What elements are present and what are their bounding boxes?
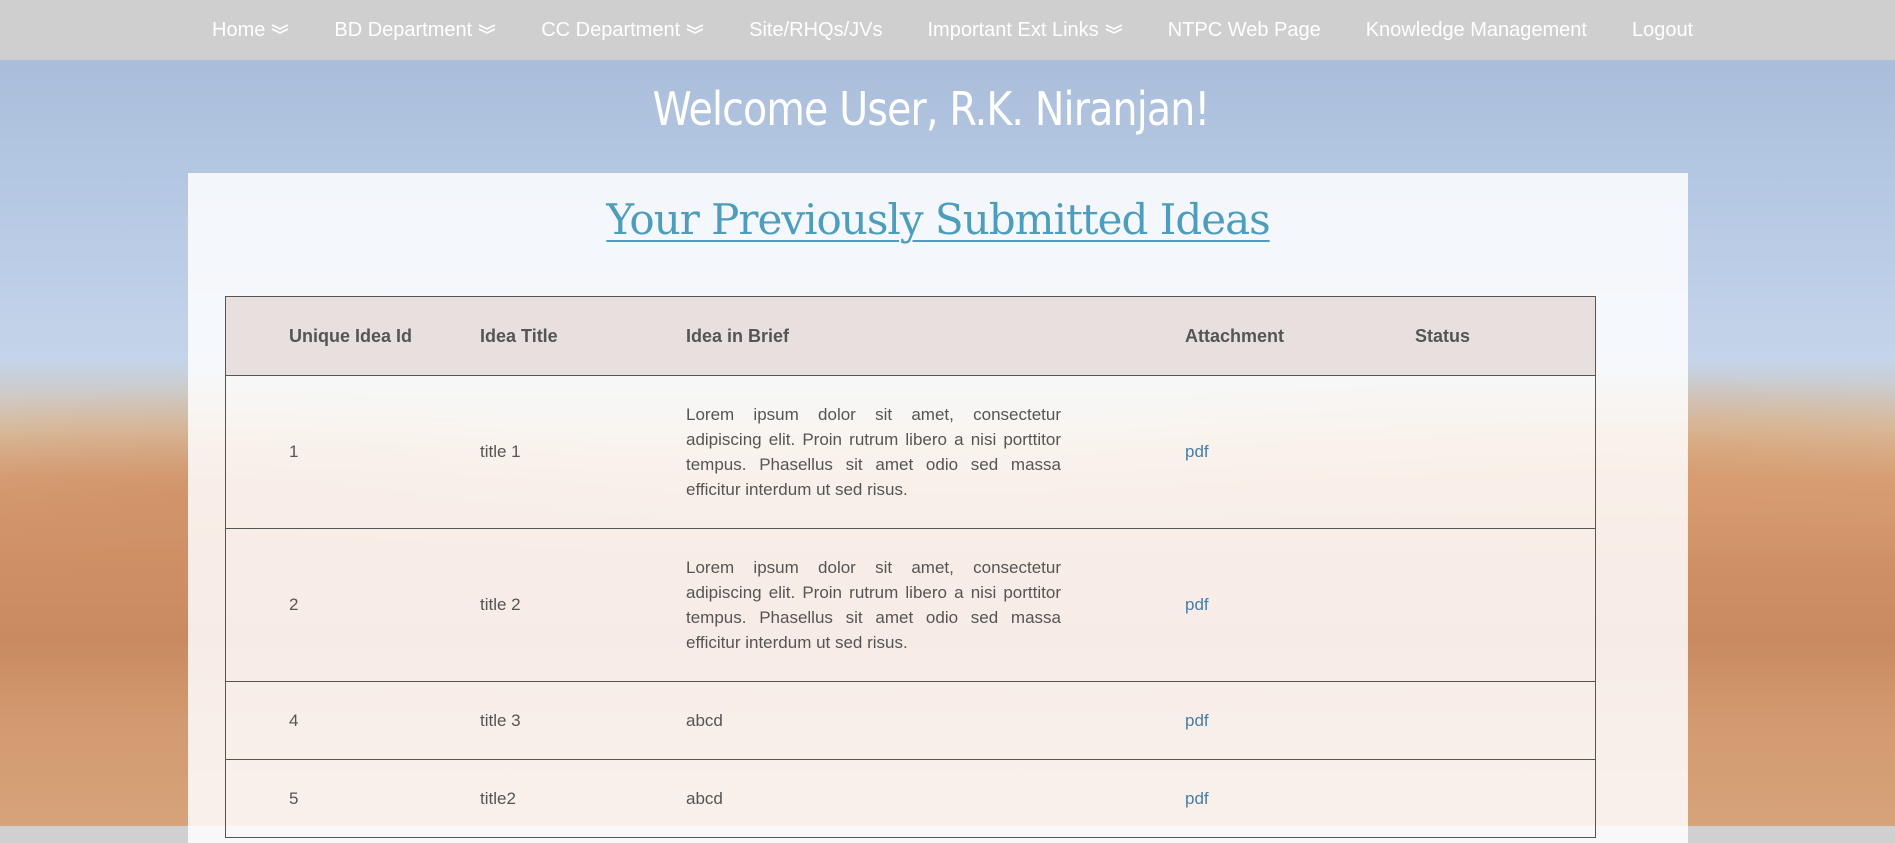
pdf-attachment-link[interactable]: pdf [1185, 711, 1209, 730]
nav-important-ext-links-label: Important Ext Links [927, 18, 1099, 41]
double-chevron-down-icon [478, 24, 496, 34]
nav-ntpc-web-page[interactable]: NTPC Web Page [1168, 19, 1321, 42]
header-idea-title: Idea Title [480, 296, 686, 376]
pdf-attachment-link[interactable]: pdf [1185, 442, 1209, 461]
ideas-panel: Your Previously Submitted Ideas Unique I… [188, 173, 1688, 843]
header-status: Status [1415, 296, 1596, 376]
pdf-attachment-link[interactable]: pdf [1185, 595, 1209, 614]
cell-idea-brief: Lorem ipsum dolor sit amet, consectetur … [686, 528, 1185, 682]
cell-attachment: pdf [1185, 681, 1415, 760]
header-idea-in-brief: Idea in Brief [686, 296, 1185, 376]
nav-cc-department-label: CC Department [541, 18, 681, 41]
ideas-table: Unique Idea Id Idea Title Idea in Brief … [225, 296, 1596, 838]
nav-site-rhqs-jvs-label: Site/RHQs/JVs [749, 18, 883, 41]
cell-attachment: pdf [1185, 759, 1415, 838]
cell-idea-title: title2 [480, 759, 686, 838]
nav-cc-department[interactable]: CC Department [541, 19, 704, 42]
welcome-heading: Welcome User, R.K. Niranjan! [652, 82, 1211, 136]
cell-idea-brief: abcd [686, 759, 1185, 838]
cell-idea-brief: abcd [686, 681, 1185, 760]
cell-idea-id: 1 [225, 375, 480, 529]
cell-attachment: pdf [1185, 528, 1415, 682]
cell-idea-title: title 3 [480, 681, 686, 760]
nav-home-label: Home [212, 18, 266, 41]
nav-logout-label: Logout [1631, 18, 1694, 41]
nav-knowledge-management-label: Knowledge Management [1365, 18, 1587, 41]
table-row: 4 title 3 abcd pdf [225, 681, 1596, 760]
cell-idea-id: 5 [225, 759, 480, 838]
double-chevron-down-icon [1105, 24, 1123, 34]
pdf-attachment-link[interactable]: pdf [1185, 789, 1209, 808]
table-row: 2 title 2 Lorem ipsum dolor sit amet, co… [225, 528, 1596, 682]
table-row: 5 title2 abcd pdf [225, 759, 1596, 838]
nav-bd-department[interactable]: BD Department [334, 19, 496, 42]
cell-attachment: pdf [1185, 375, 1415, 529]
header-unique-idea-id: Unique Idea Id [225, 296, 480, 376]
cell-idea-id: 2 [225, 528, 480, 682]
nav-home[interactable]: Home [212, 19, 289, 42]
nav-bd-department-label: BD Department [334, 18, 473, 41]
cell-status [1415, 375, 1596, 529]
double-chevron-down-icon [272, 24, 289, 34]
nav-important-ext-links[interactable]: Important Ext Links [928, 19, 1123, 42]
ideas-panel-title[interactable]: Your Previously Submitted Ideas [188, 195, 1688, 244]
cell-idea-title: title 1 [480, 375, 686, 529]
cell-status [1415, 681, 1596, 760]
nav-site-rhqs-jvs[interactable]: Site/RHQs/JVs [749, 19, 882, 42]
cell-idea-title: title 2 [480, 528, 686, 682]
top-navigation: Home BD Department CC Department Site/RH… [0, 0, 1895, 60]
cell-idea-id: 4 [225, 681, 480, 760]
nav-ntpc-web-page-label: NTPC Web Page [1167, 18, 1321, 41]
table-row: 1 title 1 Lorem ipsum dolor sit amet, co… [225, 375, 1596, 529]
header-attachment: Attachment [1185, 296, 1415, 376]
table-header-row: Unique Idea Id Idea Title Idea in Brief … [225, 296, 1596, 376]
cell-status [1415, 528, 1596, 682]
nav-knowledge-management[interactable]: Knowledge Management [1366, 19, 1587, 42]
cell-status [1415, 759, 1596, 838]
nav-logout[interactable]: Logout [1632, 19, 1693, 42]
double-chevron-down-icon [686, 24, 704, 34]
cell-idea-brief: Lorem ipsum dolor sit amet, consectetur … [686, 375, 1185, 529]
